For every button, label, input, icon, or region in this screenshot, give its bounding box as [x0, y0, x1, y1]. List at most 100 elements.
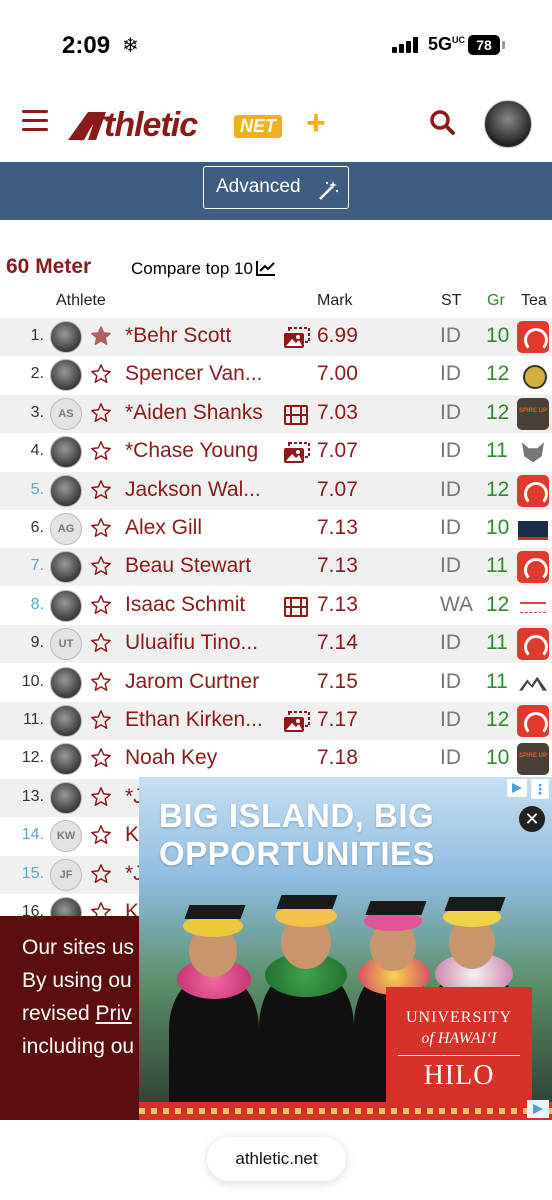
team-logo[interactable] — [517, 551, 549, 584]
athlete-avatar[interactable]: AG — [50, 513, 82, 545]
athlete-avatar[interactable]: AS — [50, 397, 82, 430]
column-header-state[interactable]: ST — [441, 292, 461, 310]
athlete-avatar[interactable]: JF — [50, 858, 82, 891]
athlete-name-link[interactable]: Uluaifiu Tino... — [125, 631, 258, 655]
result-mark[interactable]: 7.13 — [317, 554, 358, 578]
star-icon[interactable] — [90, 594, 112, 616]
column-header-athlete[interactable]: Athlete — [56, 292, 106, 310]
athlete-name-link[interactable]: Alex Gill — [125, 516, 202, 540]
result-mark[interactable]: 7.14 — [317, 631, 358, 655]
athletic-net-logo[interactable]: thletic NET + — [66, 104, 336, 144]
table-row[interactable]: 6. AG Alex Gill 7.13 ID 10 — [0, 510, 552, 548]
table-row[interactable]: 9. UT Uluaifiu Tino... 7.14 ID 11 — [0, 625, 552, 664]
ad-menu-icon[interactable]: ⋮ — [531, 779, 549, 799]
photo-icon[interactable] — [283, 442, 311, 464]
athlete-name-link[interactable]: Jarom Curtner — [125, 670, 259, 694]
table-row[interactable]: 4. *Chase Young 7.07 ID 11 — [0, 433, 552, 471]
star-icon[interactable] — [90, 863, 112, 885]
team-logo[interactable] — [517, 513, 549, 545]
team-logo[interactable] — [517, 705, 549, 737]
advanced-button[interactable]: Advanced — [203, 166, 349, 209]
table-row[interactable]: 5. Jackson Wal... 7.07 ID 12 — [0, 471, 552, 510]
table-row[interactable]: 10. Jarom Curtner 7.15 ID 11 — [0, 664, 552, 702]
athlete-avatar[interactable] — [50, 474, 82, 507]
team-logo[interactable] — [517, 666, 549, 699]
table-row[interactable]: 7. Beau Stewart 7.13 ID 11 — [0, 548, 552, 587]
athlete-avatar[interactable]: UT — [50, 628, 82, 661]
star-icon[interactable] — [90, 479, 112, 501]
athlete-name-link[interactable]: Beau Stewart — [125, 554, 251, 578]
result-mark[interactable]: 7.17 — [317, 708, 358, 732]
star-icon[interactable] — [90, 709, 112, 731]
table-row[interactable]: 3. AS *Aiden Shanks 7.03 ID 12 — [0, 394, 552, 433]
column-header-team[interactable]: Tea — [521, 292, 547, 310]
table-row[interactable]: 2. Spencer Van... 7.00 ID 12 — [0, 356, 552, 394]
table-row[interactable]: 8. Isaac Schmit 7.13 WA 12 — [0, 587, 552, 625]
athlete-name-link[interactable]: Spencer Van... — [125, 362, 262, 386]
adchoices-icon[interactable] — [527, 1100, 549, 1118]
result-mark[interactable]: 6.99 — [317, 324, 358, 348]
star-icon[interactable] — [90, 671, 112, 693]
result-mark[interactable]: 7.13 — [317, 593, 358, 617]
compare-top-10-link[interactable]: Compare top 10 — [131, 259, 276, 279]
team-logo[interactable] — [517, 628, 549, 661]
result-mark[interactable]: 7.18 — [317, 746, 358, 770]
photo-icon[interactable] — [283, 327, 311, 349]
athlete-avatar[interactable] — [50, 705, 82, 737]
star-icon[interactable] — [90, 747, 112, 769]
athlete-avatar[interactable] — [50, 551, 82, 584]
athlete-name-link[interactable]: Jackson Wal... — [125, 478, 261, 502]
column-header-mark[interactable]: Mark — [317, 292, 353, 310]
ad-close-button[interactable]: ✕ — [519, 806, 545, 832]
team-logo[interactable] — [517, 474, 549, 507]
star-icon[interactable] — [90, 325, 112, 347]
team-logo[interactable] — [517, 397, 549, 430]
team-logo[interactable] — [517, 321, 549, 353]
athlete-avatar[interactable] — [50, 589, 82, 622]
search-icon[interactable] — [428, 108, 458, 138]
star-icon[interactable] — [90, 555, 112, 577]
result-mark[interactable]: 7.00 — [317, 362, 358, 386]
team-logo[interactable] — [517, 359, 549, 392]
table-row[interactable]: 1. *Behr Scott 6.99 ID 10 — [0, 318, 552, 356]
athlete-avatar[interactable] — [50, 436, 82, 469]
athlete-avatar[interactable] — [50, 781, 82, 814]
user-avatar[interactable] — [484, 100, 532, 148]
result-mark[interactable]: 7.13 — [317, 516, 358, 540]
table-row[interactable]: 12. Noah Key 7.18 ID 10 — [0, 740, 552, 778]
table-row[interactable]: 11. Ethan Kirken... 7.17 ID 12 — [0, 702, 552, 740]
athlete-name-link[interactable]: Ethan Kirken... — [125, 708, 263, 732]
star-icon[interactable] — [90, 786, 112, 808]
athlete-name-link[interactable]: Isaac Schmit — [125, 593, 245, 617]
athlete-avatar[interactable] — [50, 666, 82, 699]
hamburger-icon[interactable] — [22, 110, 48, 132]
result-mark[interactable]: 7.07 — [317, 478, 358, 502]
athlete-name-link[interactable]: *Chase Young — [125, 439, 258, 463]
athlete-avatar[interactable]: KW — [50, 820, 82, 853]
athlete-avatar[interactable] — [50, 359, 82, 392]
result-mark[interactable]: 7.07 — [317, 439, 358, 463]
team-logo[interactable] — [517, 589, 549, 622]
athlete-name-link[interactable]: *Aiden Shanks — [125, 401, 263, 425]
star-icon[interactable] — [90, 632, 112, 654]
athlete-name-link[interactable]: Noah Key — [125, 746, 217, 770]
privacy-policy-link[interactable]: Priv — [96, 1002, 132, 1025]
team-logo[interactable] — [517, 436, 549, 469]
result-mark[interactable]: 7.03 — [317, 401, 358, 425]
star-icon[interactable] — [90, 402, 112, 424]
athlete-avatar[interactable] — [50, 743, 82, 776]
photo-icon[interactable] — [283, 711, 311, 733]
column-header-grade[interactable]: Gr — [487, 292, 505, 310]
address-bar[interactable]: athletic.net — [207, 1137, 346, 1181]
star-icon[interactable] — [90, 824, 112, 846]
advertisement[interactable]: BIG ISLAND, BIG OPPORTUNITIES ⋮ ✕ UNIVER… — [139, 777, 552, 1120]
video-icon[interactable] — [283, 596, 311, 618]
star-icon[interactable] — [90, 363, 112, 385]
star-icon[interactable] — [90, 440, 112, 462]
result-mark[interactable]: 7.15 — [317, 670, 358, 694]
athlete-avatar[interactable] — [50, 321, 82, 353]
athlete-name-link[interactable]: K — [125, 823, 139, 847]
team-logo[interactable] — [517, 743, 549, 776]
star-icon[interactable] — [90, 517, 112, 539]
athlete-name-link[interactable]: *Behr Scott — [125, 324, 231, 348]
